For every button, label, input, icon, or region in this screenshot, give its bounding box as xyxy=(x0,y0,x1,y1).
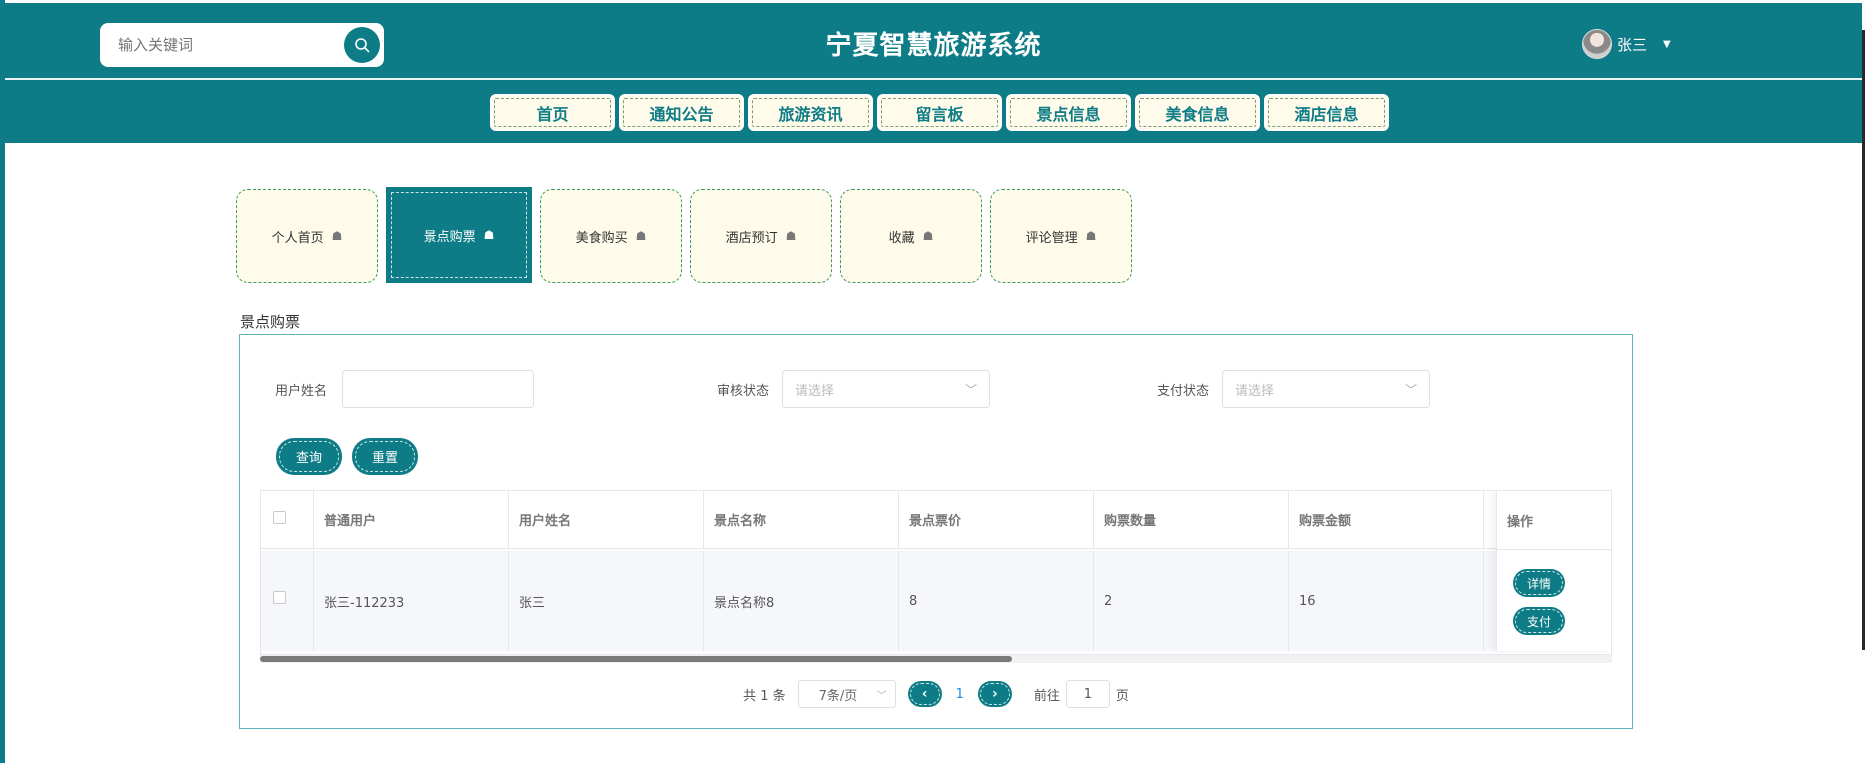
ticket-table: 普通用户 用户姓名 景点名称 景点票价 购票数量 购票金额 张三-112233 … xyxy=(260,490,1612,655)
user-menu[interactable]: 张三 ▼ xyxy=(1582,29,1671,59)
chevron-right-icon: › xyxy=(992,686,998,702)
reset-button[interactable]: 重置 xyxy=(352,438,418,475)
home-icon: ☗ xyxy=(922,229,934,243)
ticket-panel: 用户姓名 审核状态 请选择 ﹀ 支付状态 请选择 ﹀ 查询 重置 普通用户 用户… xyxy=(239,334,1633,729)
select-all-cell xyxy=(261,491,314,548)
tab-label: 评论管理 xyxy=(1025,230,1078,246)
home-icon: ☗ xyxy=(331,229,343,243)
header: 宁夏智慧旅游系统 张三 ▼ xyxy=(5,3,1862,78)
col-ops: 操作 xyxy=(1507,515,1534,530)
total-count: 共 1 条 xyxy=(743,688,786,704)
nav-notice[interactable]: 通知公告 xyxy=(619,94,744,131)
ops-divider xyxy=(1497,549,1611,550)
page-number-current[interactable]: 1 xyxy=(956,687,964,702)
query-button[interactable]: 查询 xyxy=(276,438,342,475)
col-user-name[interactable]: 用户姓名 xyxy=(509,491,704,548)
tab-label: 个人首页 xyxy=(271,230,324,246)
tab-label: 酒店预订 xyxy=(725,230,778,246)
row-checkbox[interactable] xyxy=(273,591,286,604)
table-scrollbar-thumb[interactable] xyxy=(260,656,1012,662)
nav-food-info[interactable]: 美食信息 xyxy=(1135,94,1260,131)
row-select-cell xyxy=(261,551,314,651)
cell-ticket-qty: 2 xyxy=(1094,551,1289,651)
user-name: 张三 xyxy=(1617,35,1648,54)
chevron-down-icon: ﹀ xyxy=(876,691,887,702)
tab-hotel-booking[interactable]: 酒店预订 ☗ xyxy=(690,189,832,283)
col-normal-user[interactable]: 普通用户 xyxy=(314,491,509,548)
home-icon: ☗ xyxy=(635,229,647,243)
ops-column: 操作 详情 支付 xyxy=(1496,491,1611,651)
cell-normal-user: 张三-112233 xyxy=(314,551,509,651)
main-nav: 首页 通知公告 旅游资讯 留言板 景点信息 美食信息 酒店信息 xyxy=(5,80,1862,143)
tab-food-purchase[interactable]: 美食购买 ☗ xyxy=(540,189,682,283)
tab-comment-management[interactable]: 评论管理 ☗ xyxy=(990,189,1132,283)
cell-ticket-price: 8 xyxy=(899,551,1094,651)
home-icon: ☗ xyxy=(483,228,495,242)
caret-down-icon: ▼ xyxy=(1663,38,1671,50)
cell-scenic-name: 景点名称8 xyxy=(704,551,899,651)
tab-label: 收藏 xyxy=(888,230,915,246)
table-header: 普通用户 用户姓名 景点名称 景点票价 购票数量 购票金额 xyxy=(261,491,1611,549)
nav-message-board[interactable]: 留言板 xyxy=(877,94,1002,131)
prev-page-button[interactable]: ‹ xyxy=(907,681,942,707)
pay-status-placeholder: 请选择 xyxy=(1235,383,1275,399)
cell-user-name: 张三 xyxy=(509,551,704,651)
pagination: 共 1 条 7条/页 ﹀ ‹ 1 › 前往 1 页 xyxy=(240,680,1632,708)
goto-page-input[interactable]: 1 xyxy=(1065,680,1110,708)
pay-status-select[interactable]: 请选择 ﹀ xyxy=(1222,370,1430,408)
audit-status-label: 审核状态 xyxy=(717,384,770,399)
chevron-down-icon: ﹀ xyxy=(964,383,977,397)
nav-scenic-info[interactable]: 景点信息 xyxy=(1006,94,1131,131)
tab-label: 美食购买 xyxy=(575,230,628,246)
section-title: 景点购票 xyxy=(240,313,301,331)
col-scenic-name[interactable]: 景点名称 xyxy=(704,491,899,548)
table-row: 张三-112233 张三 景点名称8 8 2 16 xyxy=(261,551,1611,651)
audit-status-placeholder: 请选择 xyxy=(795,383,835,399)
col-ticket-qty[interactable]: 购票数量 xyxy=(1094,491,1289,548)
audit-status-select[interactable]: 请选择 ﹀ xyxy=(782,370,990,408)
tab-label: 景点购票 xyxy=(423,229,476,245)
user-name-label: 用户姓名 xyxy=(275,384,328,399)
cell-ticket-amount: 16 xyxy=(1289,551,1484,651)
user-name-input[interactable] xyxy=(342,370,534,408)
pay-button[interactable]: 支付 xyxy=(1513,607,1565,635)
home-icon: ☗ xyxy=(1085,229,1097,243)
chevron-down-icon: ﹀ xyxy=(1404,383,1417,397)
nav-hotel-info[interactable]: 酒店信息 xyxy=(1264,94,1389,131)
col-ticket-amount[interactable]: 购票金额 xyxy=(1289,491,1484,548)
next-page-button[interactable]: › xyxy=(977,681,1012,707)
page-size-value: 7条/页 xyxy=(818,688,858,704)
avatar xyxy=(1582,29,1612,59)
pay-status-label: 支付状态 xyxy=(1157,384,1210,399)
goto-label: 前往 xyxy=(1033,688,1060,704)
select-all-checkbox[interactable] xyxy=(273,511,286,524)
page-size-select[interactable]: 7条/页 ﹀ xyxy=(797,680,896,708)
chevron-left-icon: ‹ xyxy=(921,686,928,702)
col-ticket-price[interactable]: 景点票价 xyxy=(899,491,1094,548)
tab-ticket-purchase[interactable]: 景点购票 ☗ xyxy=(386,187,532,283)
tab-favorites[interactable]: 收藏 ☗ xyxy=(840,189,982,283)
nav-home[interactable]: 首页 xyxy=(490,94,615,131)
page-unit: 页 xyxy=(1115,688,1129,704)
tab-personal-home[interactable]: 个人首页 ☗ xyxy=(236,189,378,283)
center-tabs: 个人首页 ☗ 景点购票 ☗ 美食购买 ☗ 酒店预订 ☗ 收藏 ☗ 评论管理 ☗ xyxy=(236,187,1132,283)
home-icon: ☗ xyxy=(785,229,797,243)
detail-button[interactable]: 详情 xyxy=(1513,569,1565,597)
nav-travel-news[interactable]: 旅游资讯 xyxy=(748,94,873,131)
